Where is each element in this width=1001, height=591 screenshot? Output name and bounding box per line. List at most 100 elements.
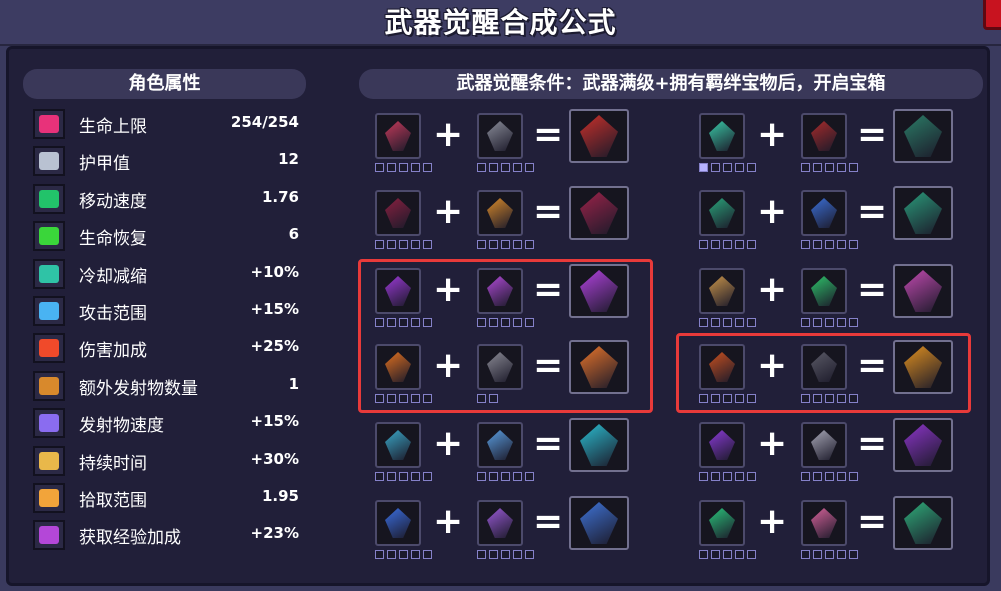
level-stars [801,240,858,249]
ingredient-slot[interactable] [699,500,745,546]
level-star [747,240,756,249]
level-star [699,472,708,481]
result-slot[interactable] [893,109,953,163]
level-star [375,550,384,559]
recipe-row: + = [375,496,635,570]
level-star [849,318,858,327]
plus-sign: + [757,501,788,542]
ingredient-slot[interactable] [699,422,745,468]
result-slot[interactable] [569,109,629,163]
level-stars [477,240,534,249]
level-star [477,472,486,481]
result-slot[interactable] [569,186,629,240]
level-star [801,318,810,327]
multi-arrow-icon [33,370,65,401]
ingredient-slot[interactable] [477,422,523,468]
result-slot[interactable] [893,264,953,318]
candle-icon [33,445,65,476]
attribute-label: 发射物速度 [79,416,164,437]
awakened-bat-icon [904,424,942,466]
ingredient-slot[interactable] [801,268,847,314]
purple-ring-icon [487,508,513,538]
level-star [513,163,522,172]
gold-helmet-icon [487,198,513,228]
level-star [411,163,420,172]
ingredient-slot[interactable] [801,113,847,159]
level-star [801,472,810,481]
ingredient-slot[interactable] [375,190,421,236]
ingredient-slot[interactable] [477,500,523,546]
green-whip-icon [811,276,837,306]
ingredient-slot[interactable] [801,500,847,546]
level-stars [699,163,756,172]
awakened-bow-icon [580,192,618,234]
attribute-value: +10% [250,262,299,281]
level-star [387,163,396,172]
knight-helmet-icon [487,121,513,151]
level-star [735,240,744,249]
ingredient-slot[interactable] [699,113,745,159]
ingredient-slot[interactable] [477,113,523,159]
level-star [699,240,708,249]
level-star [423,163,432,172]
attribute-row: 移动速度 1.76 [27,180,307,217]
golden-bear-icon [709,276,735,306]
result-slot[interactable] [569,418,629,472]
result-slot[interactable] [893,186,953,240]
recipe-row: + = [375,109,635,183]
level-star [723,318,732,327]
ingredient-slot[interactable] [375,500,421,546]
level-star [375,163,384,172]
level-stars [477,163,534,172]
level-stars [801,550,858,559]
close-button[interactable] [983,0,1001,30]
level-star [747,163,756,172]
highlight-box [358,259,653,413]
hourglass-icon [33,258,65,289]
ingredient-slot[interactable] [801,422,847,468]
level-star [423,240,432,249]
level-star [849,240,858,249]
result-slot[interactable] [893,496,953,550]
level-star [711,163,720,172]
level-star [375,240,384,249]
level-star [747,318,756,327]
level-star [489,240,498,249]
result-slot[interactable] [893,418,953,472]
level-star [711,318,720,327]
attribute-row: 生命恢复 6 [27,217,307,254]
ingredient-slot[interactable] [801,190,847,236]
ingredient-slot[interactable] [699,268,745,314]
content-panel: 角色属性 生命上限 254/254 护甲值 12 移动速度 1.76 生命恢复 6 冷却减缩 +1… [6,46,990,586]
blue-vial-icon [385,430,411,460]
recipe-row: + = [699,418,959,492]
result-slot[interactable] [569,496,629,550]
boots-icon [33,183,65,214]
attribute-value: +30% [250,449,299,468]
attribute-row: 拾取范围 1.95 [27,479,307,516]
ingredient-slot[interactable] [699,190,745,236]
level-star [489,550,498,559]
awakened-jade-icon [904,502,942,544]
level-star [489,163,498,172]
attribute-label: 额外发射物数量 [79,378,198,399]
level-star [747,550,756,559]
ice-armor-icon [487,430,513,460]
attribute-label: 持续时间 [79,453,147,474]
level-star [825,163,834,172]
attribute-label: 生命恢复 [79,229,147,250]
ingredient-slot[interactable] [375,422,421,468]
level-star [711,240,720,249]
level-star [501,163,510,172]
level-star [801,550,810,559]
projectile-speed-icon [33,408,65,439]
level-stars [699,318,756,327]
attribute-row: 护甲值 12 [27,142,307,179]
level-star [699,550,708,559]
level-star [477,240,486,249]
ingredient-slot[interactable] [375,113,421,159]
rainbow-gem-icon [811,508,837,538]
ingredient-slot[interactable] [477,190,523,236]
level-star [825,318,834,327]
level-star [801,163,810,172]
